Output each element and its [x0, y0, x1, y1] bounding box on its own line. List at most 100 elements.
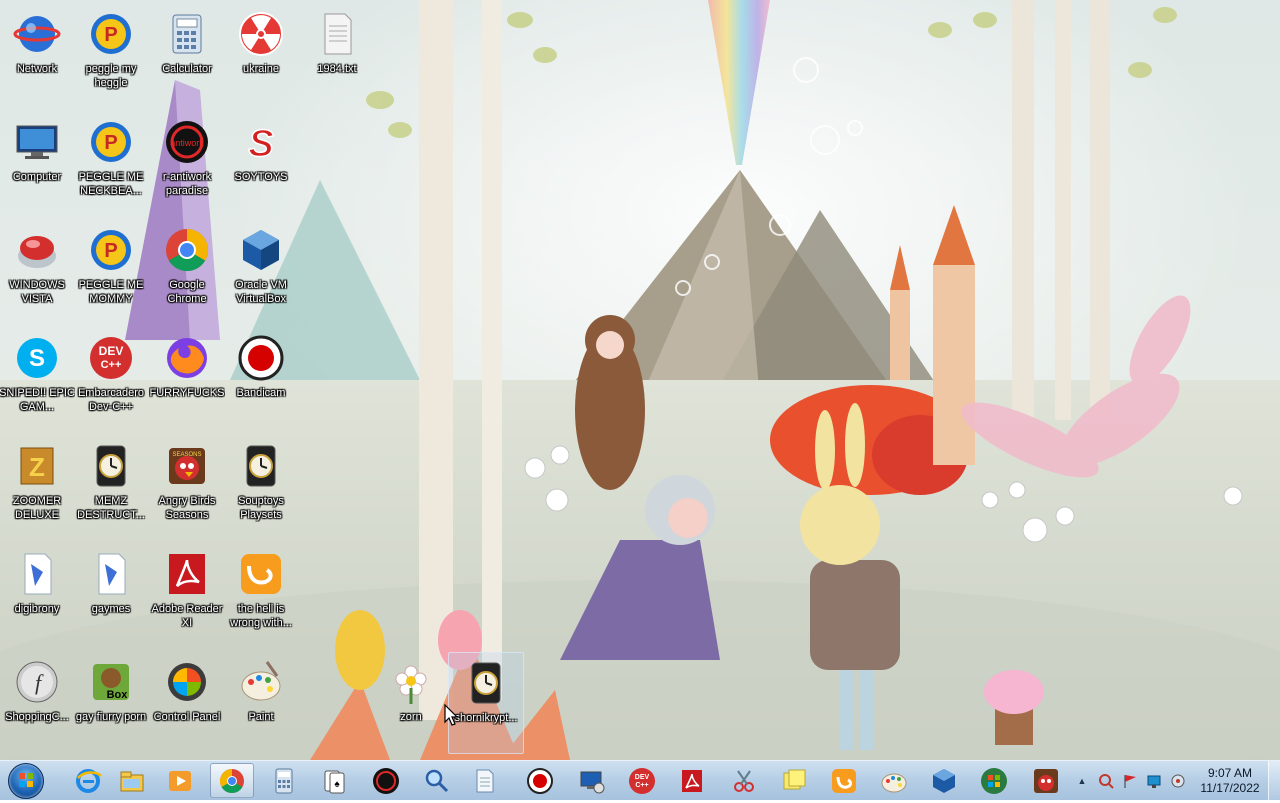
- clock-app-icon: [87, 442, 135, 490]
- desktop-shortcut-r-antiwork-paradise[interactable]: antiwork r-antiwork paradise: [150, 112, 224, 212]
- taskbar-button-internet-explorer[interactable]: [66, 763, 110, 798]
- svg-text:antiwork: antiwork: [170, 138, 204, 148]
- desktop-shortcut-zoomer-deluxe[interactable]: Z ZOOMER DELUXE: [0, 436, 74, 536]
- desktop-shortcut-label: SOYTOYS: [234, 171, 288, 183]
- solitaire-icon: ♠: [324, 770, 345, 793]
- desktop-shortcut-label: r-antiwork paradise: [162, 171, 212, 197]
- desktop-shortcut-shornikrypt[interactable]: shornikrypt...: [448, 652, 524, 754]
- desktop-shortcut-label: Google Chrome: [167, 279, 207, 305]
- taskbar-button-adobe-reader[interactable]: [670, 763, 714, 798]
- desktop-shortcut-paint[interactable]: Paint: [224, 652, 298, 752]
- desktop-shortcut-furryfucks[interactable]: FURRYFUCKS: [150, 328, 224, 428]
- network-tray-icon[interactable]: [1146, 773, 1162, 789]
- virtualbox-icon: [933, 768, 955, 793]
- show-hidden-icons-button[interactable]: ▲: [1076, 765, 1088, 797]
- taskbar-button-dev-cpp[interactable]: DEV C++: [620, 763, 664, 798]
- taskbar-button-paint[interactable]: [872, 763, 916, 798]
- taskbar-button-uc-browser[interactable]: [822, 763, 866, 798]
- angry-birds-icon: SEASONS: [163, 442, 211, 490]
- desktop-shortcut-gay-fiurry-porn[interactable]: Box gay fiurry porn: [74, 652, 148, 752]
- dev-cpp-icon: DEVC++: [629, 767, 655, 794]
- flash-icon: f: [13, 658, 61, 706]
- desktop-shortcut-label: the hell is wrong with...: [230, 603, 292, 629]
- desktop-shortcut-network[interactable]: Network: [0, 4, 74, 104]
- desktop-shortcut-label: Control Panel: [153, 711, 221, 723]
- skype-icon: S: [13, 334, 61, 382]
- remote-desktop-icon: [580, 771, 605, 793]
- sticky-notes-icon: [783, 769, 806, 789]
- taskbar-button-solitaire[interactable]: ♠: [312, 763, 356, 798]
- taskbar-button-sticky-notes[interactable]: [772, 763, 816, 798]
- desktop-shortcut-zorn[interactable]: zorn: [374, 652, 448, 752]
- desktop-shortcut-computer[interactable]: Computer: [0, 112, 74, 212]
- taskbar-clock[interactable]: 9:07 AM 11/17/2022: [1190, 766, 1270, 796]
- flower-icon: [387, 658, 435, 706]
- clock-date: 11/17/2022: [1200, 781, 1260, 795]
- svg-text:C++: C++: [635, 782, 648, 789]
- control-panel-icon: [163, 658, 211, 706]
- desktop-shortcut-calculator[interactable]: Calculator: [150, 4, 224, 104]
- desktop-shortcut-embarcadero-dev-c[interactable]: DEV C++ Embarcadero Dev-C++: [74, 328, 148, 428]
- desktop-shortcut-adobe-reader-xi[interactable]: Adobe Reader XI: [150, 544, 224, 644]
- taskbar-button-media-player[interactable]: [158, 763, 202, 798]
- taskbar-button-windows-explorer[interactable]: [110, 763, 154, 798]
- desktop-shortcut-1984-txt[interactable]: 1984.txt: [300, 4, 374, 104]
- taskbar-button-snipping-tool[interactable]: [722, 763, 766, 798]
- desktop-shortcut-gaymes[interactable]: gaymes: [74, 544, 148, 644]
- taskbar-button-virtualbox[interactable]: [922, 763, 966, 798]
- taskbar-button-google-chrome[interactable]: [210, 763, 254, 798]
- taskbar-button-calculator[interactable]: [262, 763, 306, 798]
- desktop-shortcut-the-hell-is-wrong-with[interactable]: the hell is wrong with...: [224, 544, 298, 644]
- desktop-shortcut-memz-destruct[interactable]: MEMZ DESTRUCT...: [74, 436, 148, 536]
- peggle-icon: P: [87, 118, 135, 166]
- desktop-shortcut-peggle-my-heggle[interactable]: Ppeggle my heggle: [74, 4, 148, 104]
- taskbar-button-search-magnifier[interactable]: [414, 763, 458, 798]
- svg-text:P: P: [104, 240, 117, 262]
- taskbar-button-windows-logo[interactable]: [972, 763, 1016, 798]
- computer-icon: [13, 118, 61, 166]
- desktop-shortcut-label: Souptoys Playsets: [238, 495, 284, 521]
- desktop-shortcut-windows-vista[interactable]: WINDOWS VISTA: [0, 220, 74, 320]
- paint-icon: [881, 773, 907, 792]
- desktop-shortcut-peggle-me-neckbea[interactable]: P PEGGLE ME NECKBEA...: [74, 112, 148, 212]
- desktop-shortcut-label: Oracle VM VirtualBox: [235, 279, 287, 305]
- desktop-shortcut-digibrony[interactable]: digibrony: [0, 544, 74, 644]
- desktop-shortcut-peggle-me-mommy[interactable]: P PEGGLE ME MOMMY: [74, 220, 148, 320]
- desktop-shortcut-label: PEGGLE ME MOMMY: [78, 279, 144, 305]
- desktop-shortcut-bandicam[interactable]: Bandicam: [224, 328, 298, 428]
- desktop-shortcut-oracle-vm-virtualbox[interactable]: Oracle VM VirtualBox: [224, 220, 298, 320]
- taskbar-button-bandicam[interactable]: [518, 763, 562, 798]
- peggle-icon: P: [87, 10, 135, 58]
- svg-text:SEASONS: SEASONS: [172, 452, 201, 458]
- taskbar-button-remote-desktop[interactable]: [570, 763, 614, 798]
- desktop-shortcut-souptoys-playsets[interactable]: Souptoys Playsets: [224, 436, 298, 536]
- notepad-file-icon: [476, 769, 494, 792]
- devcpp-icon: DEV C++: [87, 334, 135, 382]
- desktop-shortcut-soytoys[interactable]: S SOYTOYS: [224, 112, 298, 212]
- desktop-shortcut-label: Bandicam: [236, 387, 286, 399]
- network-globe-icon: [13, 10, 61, 58]
- search-tray-icon[interactable]: [1098, 773, 1114, 789]
- flag-tray-icon[interactable]: [1122, 773, 1138, 789]
- shortcut-icon: [87, 550, 135, 598]
- desktop-shortcut-sniped-epic-gam[interactable]: S SNIPED!! EPIC GAM...: [0, 328, 75, 428]
- desktop-shortcut-angry-birds-seasons[interactable]: SEASONS Angry Birds Seasons: [150, 436, 224, 536]
- peggle-icon: P: [87, 226, 135, 274]
- desktop-shortcut-ukraine[interactable]: ukraine: [224, 4, 298, 104]
- show-desktop-button[interactable]: [1268, 761, 1280, 801]
- start-button[interactable]: [3, 762, 49, 800]
- taskbar-button-antiwork[interactable]: [364, 763, 408, 798]
- snipping-tool-icon: [734, 769, 754, 792]
- virtualbox-icon: [237, 226, 285, 274]
- taskbar-button-angry-birds[interactable]: [1024, 763, 1068, 798]
- volume-tray-icon[interactable]: [1170, 773, 1186, 789]
- bandicam-icon: [527, 767, 553, 794]
- mouse-pointer-icon: [444, 704, 458, 726]
- desktop-shortcut-shoppingc[interactable]: f ShoppingC...: [0, 652, 74, 752]
- desktop-shortcut-google-chrome[interactable]: Google Chrome: [150, 220, 224, 320]
- desktop-shortcut-control-panel[interactable]: Control Panel: [150, 652, 224, 752]
- taskbar-button-notepad-file[interactable]: [462, 763, 506, 798]
- paint-icon: [237, 658, 285, 706]
- calculator-icon: [163, 10, 211, 58]
- desktop-shortcut-label: digibrony: [14, 603, 60, 615]
